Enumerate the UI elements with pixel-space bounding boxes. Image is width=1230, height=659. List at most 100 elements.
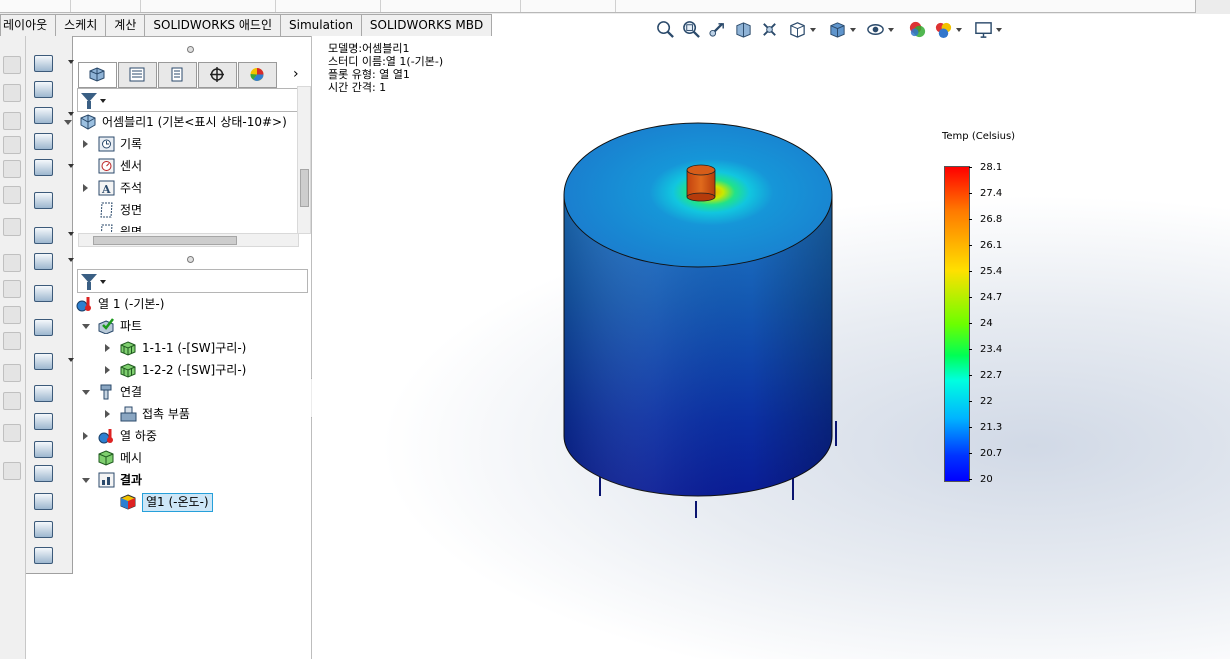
tree-item-sensor[interactable]: 센서 [74, 156, 304, 176]
expand-arrow-down-icon[interactable] [64, 120, 72, 125]
expand-arrow-right-icon[interactable] [83, 184, 88, 192]
section-view-button[interactable] [734, 20, 753, 39]
shell-manager-button[interactable] [33, 191, 53, 209]
tree-item-thermal-study[interactable]: 열 1 (-기본-) [74, 294, 304, 314]
tab-configurationmanager[interactable] [158, 62, 197, 88]
zoom-fit-button[interactable] [656, 20, 675, 39]
dynamic-annotation-icon [763, 23, 776, 36]
legend-tick [969, 193, 972, 194]
tree-item-label: 열 하중 [120, 429, 157, 443]
tree-item-thermal-load[interactable]: 열 하중 [74, 426, 304, 446]
image-icon [34, 413, 53, 430]
panel-grip[interactable] [187, 46, 194, 53]
apply-material-button[interactable] [33, 80, 53, 98]
tab-sketch[interactable]: 스케치 [56, 14, 107, 37]
save-results-button[interactable] [33, 492, 53, 510]
tree-item-label: 1-2-2 (-[SW]구리-) [142, 363, 247, 377]
apply-scene-icon [935, 22, 952, 39]
disabled-tool-icon [3, 462, 21, 480]
legend-color-bar[interactable] [944, 166, 970, 482]
tab-evaluate[interactable]: 계산 [106, 14, 146, 37]
measure-button[interactable] [33, 546, 53, 564]
tree-item-parts[interactable]: 파트 [74, 316, 304, 336]
annotation-icon: A [98, 180, 115, 196]
model-render[interactable] [312, 36, 1230, 659]
results-advisor-button[interactable] [33, 252, 74, 270]
chevron-down-icon[interactable] [100, 280, 106, 284]
tree-item-annotation[interactable]: A 주석 [74, 178, 304, 198]
tab-simulation[interactable]: Simulation [281, 14, 362, 37]
tree-item-plane[interactable]: 윗면 [74, 222, 304, 232]
previous-view-button[interactable] [708, 20, 727, 39]
legend-value: 22 [980, 396, 993, 407]
feature-tree-filter[interactable] [77, 88, 308, 112]
disabled-tool-icon [3, 160, 21, 178]
design-insight-icon [34, 441, 53, 458]
tab-solidworks-mbd[interactable]: SOLIDWORKS MBD [361, 14, 493, 37]
tree-item-part-mesh[interactable]: 1-2-2 (-[SW]구리-) [74, 360, 304, 380]
chevron-down-icon[interactable] [888, 28, 894, 32]
view-settings-button[interactable] [974, 20, 1002, 39]
tab-layout[interactable]: 레이아웃 [0, 14, 57, 37]
chevron-down-icon[interactable] [100, 99, 106, 103]
tree-item-connection[interactable]: 연결 [74, 382, 304, 402]
temperature-plot-icon [120, 494, 137, 510]
compare-results-button[interactable] [33, 318, 53, 336]
study-advisor-button[interactable] [33, 54, 74, 72]
zoom-area-button[interactable] [682, 20, 701, 39]
chevron-down-icon[interactable] [956, 28, 962, 32]
probe-button[interactable] [33, 520, 53, 538]
fixtures-button[interactable] [33, 132, 53, 150]
tree-item-mesh[interactable]: 메시 [74, 448, 304, 468]
tree-item-assembly[interactable]: 어셈블리1 (기본<표시 상태-10#>) [64, 112, 304, 132]
include-image-button[interactable] [33, 412, 53, 430]
expand-arrow-right-icon[interactable] [105, 366, 110, 374]
design-insight-button[interactable] [33, 440, 53, 458]
expand-arrow-right-icon[interactable] [105, 410, 110, 418]
tab-dimxpert[interactable] [198, 62, 237, 88]
view-orientation-button[interactable] [788, 20, 816, 39]
graphics-viewport[interactable] [312, 36, 1230, 659]
tree-item-contact[interactable]: 접촉 부품 [74, 404, 304, 424]
dynamic-annotation-button[interactable] [760, 20, 779, 39]
chevron-down-icon[interactable] [996, 28, 1002, 32]
model-name-label: 모델명:어셈블리1 [328, 42, 410, 55]
expand-arrow-down-icon[interactable] [82, 390, 90, 395]
chevron-down-icon[interactable] [810, 28, 816, 32]
tab-featuremanager[interactable] [78, 62, 117, 88]
run-button[interactable] [33, 226, 74, 244]
panel-splitter-grip[interactable] [187, 256, 194, 263]
sensor-button[interactable] [33, 464, 53, 482]
display-style-button[interactable] [828, 20, 856, 39]
expand-arrow-down-icon[interactable] [82, 324, 90, 329]
filter-icon [81, 274, 97, 290]
expand-arrow-right-icon[interactable] [105, 344, 110, 352]
expand-arrow-right-icon[interactable] [83, 432, 88, 440]
tree-item-part-mesh[interactable]: 1-1-1 (-[SW]구리-) [74, 338, 304, 358]
chevron-down-icon[interactable] [850, 28, 856, 32]
hide-show-button[interactable] [866, 20, 894, 39]
expand-arrow-down-icon[interactable] [82, 478, 90, 483]
report-button[interactable] [33, 384, 53, 402]
tree-item-temperature-plot[interactable]: 열1 (-온도-) [74, 492, 304, 512]
tree-item-history[interactable]: 기록 [74, 134, 304, 154]
tab-solidworks-addins[interactable]: SOLIDWORKS 애드인 [145, 14, 281, 37]
heat-source-pin[interactable] [686, 164, 716, 202]
tree-item-results[interactable]: 결과 [74, 470, 304, 490]
more-tabs-button[interactable]: › [293, 66, 299, 82]
apply-scene-button[interactable] [934, 20, 962, 39]
feature-tree-horizontal-scrollbar[interactable] [78, 233, 299, 247]
simulation-tree-filter[interactable] [77, 269, 308, 293]
command-bar [0, 36, 26, 659]
tab-display-manager[interactable] [238, 62, 277, 88]
connections-button[interactable] [33, 106, 74, 124]
edit-appearance-button[interactable] [908, 20, 927, 39]
expand-arrow-right-icon[interactable] [83, 140, 88, 148]
scrollbar-thumb[interactable] [93, 236, 237, 245]
deformed-result-button[interactable] [33, 284, 53, 302]
thermal-loads-button[interactable] [33, 158, 74, 176]
tab-propertymanager[interactable] [118, 62, 157, 88]
plot-tools-button[interactable] [33, 352, 74, 370]
legend-tick [969, 479, 972, 480]
tree-item-plane[interactable]: 정면 [74, 200, 304, 220]
